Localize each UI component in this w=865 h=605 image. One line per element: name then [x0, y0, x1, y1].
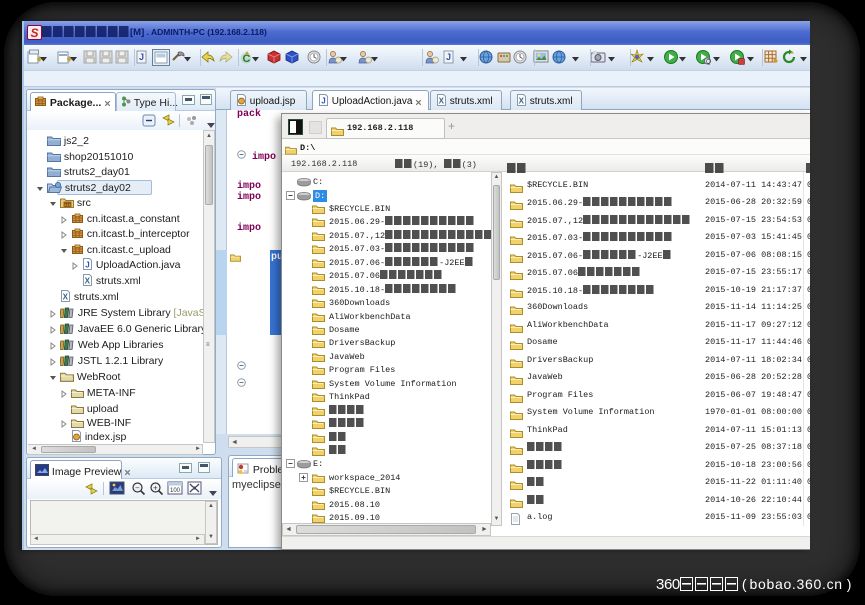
svg-text:X: X	[85, 276, 91, 285]
svg-text:Q: Q	[706, 60, 711, 66]
svg-text:J: J	[446, 52, 451, 62]
svg-text:X: X	[63, 292, 69, 301]
svg-text:100: 100	[170, 488, 181, 494]
svg-text:J: J	[85, 261, 89, 270]
svg-text:C: C	[243, 53, 251, 65]
svg-text:X: X	[519, 97, 525, 106]
svg-text:+: +	[153, 484, 158, 493]
svg-text:X: X	[439, 97, 445, 106]
svg-text:J: J	[139, 52, 144, 62]
svg-text:−: −	[135, 484, 140, 493]
svg-text:J: J	[321, 97, 325, 106]
